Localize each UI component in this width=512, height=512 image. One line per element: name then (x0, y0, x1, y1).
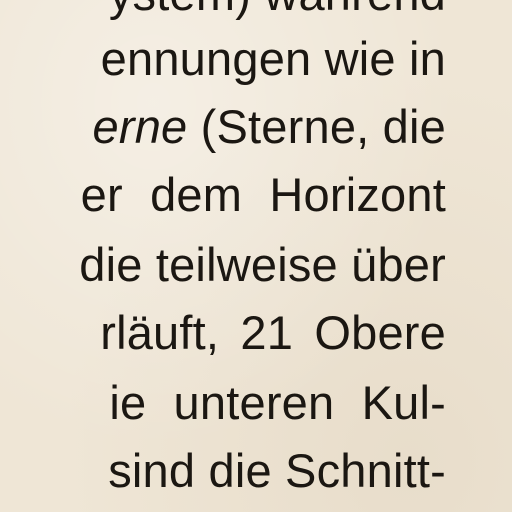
text-line-7: ie unteren Kul- (109, 376, 446, 429)
text-line-3-rest: (Sterne, die (187, 100, 446, 153)
text-line-3: erne (Sterne, die (93, 103, 447, 150)
scanned-page: ystem) während ennungen wie in erne (Ste… (0, 0, 512, 512)
text-line-5: die teilweise über (79, 238, 446, 291)
text-line-6: rläuft, 21 Obere (100, 306, 446, 359)
text-line-2: ennungen wie in (100, 32, 446, 85)
text-line-1: ystem) während (109, 0, 446, 17)
italic-word: erne (92, 100, 188, 153)
text-line-8: sind die Schnitt- (108, 444, 446, 497)
text-line-4: er dem Horizont (80, 168, 446, 221)
